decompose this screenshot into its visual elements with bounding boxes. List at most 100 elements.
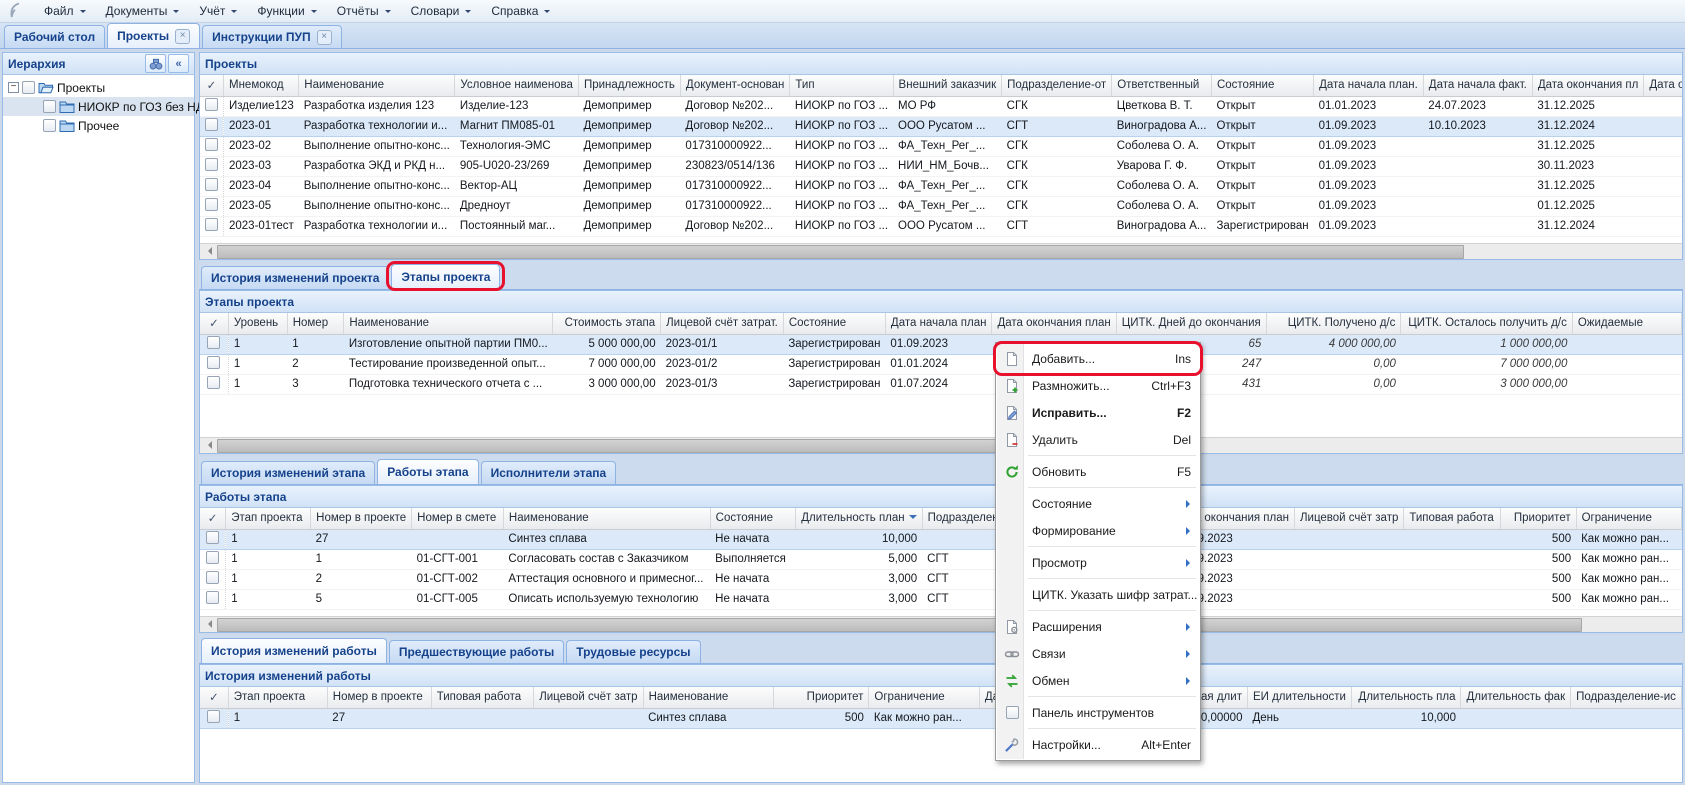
scroll-left-button[interactable] bbox=[200, 617, 216, 631]
collapse-expander-icon[interactable]: − bbox=[8, 82, 19, 93]
checkbox[interactable] bbox=[207, 356, 220, 369]
select-all-header[interactable]: ✓ bbox=[200, 75, 224, 96]
context-menu-item[interactable]: Добавить...Ins bbox=[997, 345, 1199, 372]
row-checkbox-cell[interactable] bbox=[200, 569, 226, 589]
row-checkbox-cell[interactable] bbox=[200, 116, 224, 136]
select-all-header[interactable]: ✓ bbox=[200, 313, 228, 334]
row-checkbox-cell[interactable] bbox=[200, 549, 226, 569]
column-header[interactable]: Наименование bbox=[643, 687, 774, 708]
context-menu-item[interactable]: Состояние bbox=[997, 490, 1199, 517]
row-checkbox-cell[interactable] bbox=[200, 156, 224, 176]
column-header[interactable]: Дата окончания план bbox=[992, 313, 1116, 334]
table-row[interactable]: 1501-СГТ-005Описать используемую техноло… bbox=[200, 589, 1682, 609]
checkbox[interactable] bbox=[1006, 706, 1019, 719]
horizontal-scrollbar[interactable] bbox=[200, 616, 1682, 632]
row-checkbox-cell[interactable] bbox=[200, 354, 228, 374]
context-menu-item[interactable]: ЦИТК. Указать шифр затрат... bbox=[997, 581, 1199, 608]
checkbox[interactable] bbox=[206, 571, 219, 584]
column-header[interactable]: Длительность пла bbox=[1352, 687, 1461, 708]
menubar-item[interactable]: Файл bbox=[34, 2, 96, 20]
column-header[interactable]: Состояние bbox=[1211, 75, 1313, 96]
column-header[interactable]: Мнемокод bbox=[224, 75, 299, 96]
column-header[interactable]: Состояние bbox=[710, 508, 796, 529]
context-menu-item[interactable]: Исправить...F2 bbox=[997, 399, 1199, 426]
scroll-left-button[interactable] bbox=[200, 244, 216, 258]
column-header[interactable]: ЦИТК. Получено д/с bbox=[1266, 313, 1401, 334]
table-row[interactable]: 12Тестирование произведенной опыт...7 00… bbox=[200, 354, 1682, 374]
checkbox[interactable] bbox=[206, 531, 219, 544]
column-header[interactable]: Ответственный bbox=[1112, 75, 1212, 96]
select-all-header[interactable]: ✓ bbox=[200, 687, 228, 708]
tab-close-icon[interactable]: × bbox=[317, 30, 332, 45]
tab-история-изменений-этапа[interactable]: История изменений этапа bbox=[201, 461, 375, 484]
menubar-item[interactable]: Отчёты bbox=[327, 2, 401, 20]
column-header[interactable]: Лицевой счёт затр bbox=[534, 687, 643, 708]
checkbox[interactable] bbox=[205, 198, 218, 211]
table-row[interactable]: 2023-05Выполнение опытно-конс...Дредноут… bbox=[200, 196, 1683, 216]
menubar-item[interactable]: Справка bbox=[481, 2, 560, 20]
tab-трудовые-ресурсы[interactable]: Трудовые ресурсы bbox=[566, 640, 700, 663]
context-menu-item[interactable]: Расширения bbox=[997, 613, 1199, 640]
column-header[interactable]: Документ-основан bbox=[680, 75, 789, 96]
row-checkbox-cell[interactable] bbox=[200, 708, 228, 728]
row-checkbox-cell[interactable] bbox=[200, 374, 228, 394]
select-all-header[interactable]: ✓ bbox=[200, 508, 226, 529]
checkbox[interactable] bbox=[205, 98, 218, 111]
column-header[interactable]: Дата начала план bbox=[885, 313, 992, 334]
column-header[interactable]: Уровень bbox=[228, 313, 287, 334]
column-header[interactable]: Наименование bbox=[344, 313, 553, 334]
scrollbar-thumb[interactable] bbox=[217, 439, 1079, 453]
context-menu-item[interactable]: Просмотр bbox=[997, 549, 1199, 576]
row-checkbox-cell[interactable] bbox=[200, 589, 226, 609]
column-header[interactable]: Тип bbox=[790, 75, 893, 96]
table-row[interactable]: 2023-03Разработка ЭКД и РКД н...905-U020… bbox=[200, 156, 1683, 176]
context-menu-item[interactable]: Обмен bbox=[997, 667, 1199, 694]
horizontal-scrollbar[interactable] bbox=[200, 243, 1682, 259]
checkbox[interactable] bbox=[205, 218, 218, 231]
column-header[interactable]: Номер в проекте bbox=[327, 687, 431, 708]
checkbox[interactable] bbox=[205, 158, 218, 171]
table-row[interactable]: 127Синтез сплава500Как можно ран...10,00… bbox=[200, 708, 1682, 728]
checkbox[interactable] bbox=[205, 118, 218, 131]
menubar-item[interactable]: Учёт bbox=[189, 2, 247, 20]
column-header[interactable]: Номер bbox=[287, 313, 344, 334]
column-header[interactable]: Типовая работа bbox=[431, 687, 533, 708]
column-header[interactable]: Длительность фак bbox=[1461, 687, 1571, 708]
column-header[interactable]: Условное наименова bbox=[455, 75, 579, 96]
tree-node[interactable]: НИОКР по ГОЗ без НДС bbox=[3, 97, 194, 116]
column-header[interactable]: Подразделение-ис bbox=[1571, 687, 1682, 708]
checkbox[interactable] bbox=[205, 178, 218, 191]
table-row[interactable]: 11Изготовление опытной партии ПМ0...5 00… bbox=[200, 334, 1682, 354]
table-row[interactable]: 13Подготовка технического отчета с ...3 … bbox=[200, 374, 1682, 394]
table-row[interactable]: 1201-СГТ-002Аттестация основного и приме… bbox=[200, 569, 1682, 589]
column-header[interactable]: Приоритет bbox=[1501, 508, 1576, 529]
context-menu-item[interactable]: Размножить...Ctrl+F3 bbox=[997, 372, 1199, 399]
table-row[interactable]: 2023-01тестРазработка технологии и...Пос… bbox=[200, 216, 1683, 236]
table-row[interactable]: Изделие123Разработка изделия 123Изделие-… bbox=[200, 96, 1683, 116]
tab-рабочий-стол[interactable]: Рабочий стол bbox=[4, 25, 105, 48]
column-header[interactable]: Дата окончания пл bbox=[1532, 75, 1644, 96]
checkbox[interactable] bbox=[207, 376, 220, 389]
menubar-item[interactable]: Словари bbox=[401, 2, 482, 20]
row-checkbox-cell[interactable] bbox=[200, 196, 224, 216]
tab-close-icon[interactable]: × bbox=[175, 29, 190, 44]
tab-предшествующие-работы[interactable]: Предшествующие работы bbox=[389, 640, 564, 663]
row-checkbox-cell[interactable] bbox=[200, 216, 224, 236]
column-header[interactable]: Наименование bbox=[503, 508, 710, 529]
table-row[interactable]: 2023-02Выполнение опытно-конс...Технолог… bbox=[200, 136, 1683, 156]
column-header[interactable]: Стоимость этапа bbox=[553, 313, 661, 334]
row-checkbox-cell[interactable] bbox=[200, 96, 224, 116]
context-menu-item[interactable]: Настройки...Alt+Enter bbox=[997, 731, 1199, 758]
row-checkbox-cell[interactable] bbox=[200, 136, 224, 156]
checkbox[interactable] bbox=[22, 81, 35, 94]
row-checkbox-cell[interactable] bbox=[200, 334, 228, 354]
horizontal-scrollbar[interactable] bbox=[200, 437, 1682, 453]
column-header[interactable]: Лицевой счёт затрат. bbox=[661, 313, 784, 334]
row-checkbox-cell[interactable] bbox=[200, 176, 224, 196]
column-header[interactable]: Ограничение bbox=[869, 687, 979, 708]
table-row[interactable]: 2023-04Выполнение опытно-конс...Вектор-А… bbox=[200, 176, 1683, 196]
checkbox[interactable] bbox=[206, 551, 219, 564]
menubar-item[interactable]: Документы bbox=[96, 2, 190, 20]
column-header[interactable]: Номер в проекте bbox=[311, 508, 412, 529]
column-header[interactable]: Дата начала план. bbox=[1314, 75, 1424, 96]
